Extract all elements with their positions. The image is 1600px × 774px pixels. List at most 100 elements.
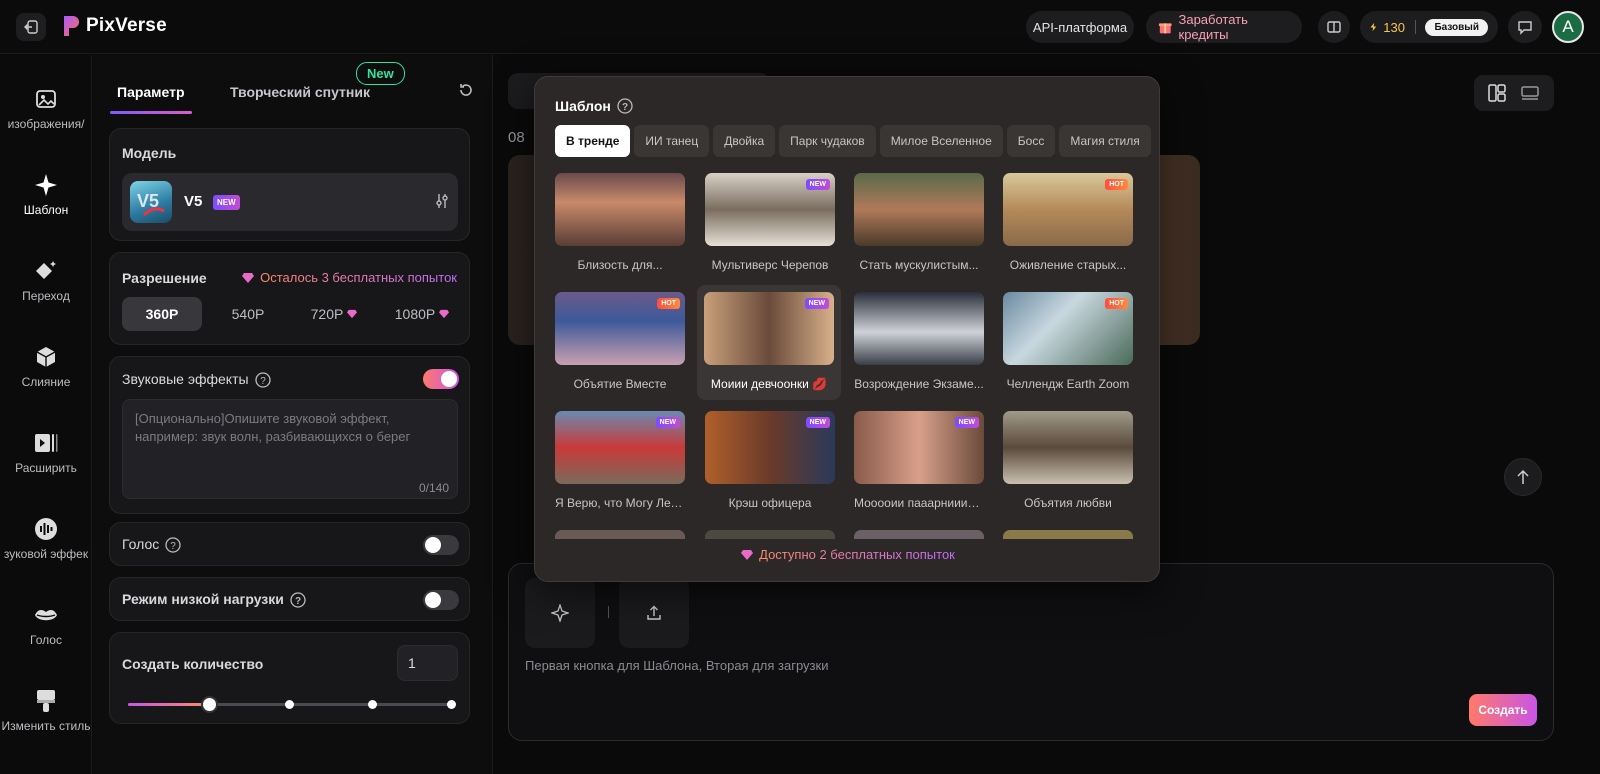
upload-button[interactable] bbox=[619, 578, 689, 648]
template-tile[interactable] bbox=[854, 530, 984, 539]
divider bbox=[1414, 20, 1416, 34]
help-icon[interactable]: ? bbox=[617, 98, 633, 114]
category-style-magic[interactable]: Магия стиля bbox=[1059, 125, 1151, 157]
low-load-card: Режим низкой нагрузки? bbox=[109, 577, 470, 621]
category-trending[interactable]: В тренде bbox=[555, 125, 631, 157]
nav-item-fusion[interactable]: Слияние bbox=[0, 345, 91, 389]
category-weird-park[interactable]: Парк чудаков bbox=[779, 125, 876, 157]
resolution-option-1080p[interactable]: 1080P bbox=[382, 297, 462, 331]
resolution-option-540p[interactable]: 540P bbox=[208, 297, 288, 331]
tab-parameters[interactable]: Параметр bbox=[117, 84, 185, 100]
template-tile[interactable]: Объятия любви bbox=[1003, 411, 1133, 511]
svg-text:?: ? bbox=[260, 376, 266, 387]
quantity-value: 1 bbox=[408, 655, 416, 671]
template-label: Возрождение Экзаме... bbox=[854, 377, 984, 391]
slider-step[interactable] bbox=[447, 700, 456, 709]
sound-wave-icon bbox=[35, 518, 57, 540]
template-tile[interactable]: HOT Объятие Вместе bbox=[555, 292, 685, 392]
nav-label: Расширить bbox=[15, 461, 77, 475]
sparkle-icon bbox=[35, 174, 57, 196]
create-button[interactable]: Создать bbox=[1469, 694, 1537, 726]
grid-view-button[interactable] bbox=[1487, 83, 1507, 103]
nav-item-restyle[interactable]: Изменить стиль bbox=[0, 689, 91, 733]
template-button[interactable] bbox=[525, 578, 595, 648]
transition-icon bbox=[36, 261, 56, 279]
settings-sliders-icon[interactable] bbox=[434, 193, 450, 209]
resolution-option-360p[interactable]: 360P bbox=[122, 297, 202, 331]
template-tile[interactable]: NEW Крэш офицера bbox=[705, 411, 835, 511]
logo[interactable]: PixVerse bbox=[62, 14, 167, 38]
template-tile[interactable] bbox=[555, 530, 685, 539]
slider-step[interactable] bbox=[368, 700, 377, 709]
slider-step[interactable] bbox=[285, 700, 294, 709]
feedback-button[interactable] bbox=[1508, 11, 1542, 43]
template-badge: NEW bbox=[805, 417, 830, 428]
list-view-icon bbox=[1521, 86, 1539, 100]
upload-icon bbox=[647, 605, 661, 620]
api-platform-label: API-платформа bbox=[1032, 19, 1128, 35]
help-icon[interactable]: ? bbox=[165, 537, 181, 553]
energy-plan-pill[interactable]: 130 Базовый bbox=[1360, 11, 1498, 43]
list-view-button[interactable] bbox=[1520, 83, 1540, 103]
template-tile[interactable]: Стать мускулистым... bbox=[854, 173, 984, 273]
low-load-toggle[interactable] bbox=[423, 590, 459, 610]
brush-icon bbox=[37, 690, 55, 712]
popover-footer: Доступно 2 бесплатных попыток bbox=[535, 547, 1159, 562]
quantity-slider[interactable] bbox=[128, 696, 456, 713]
earn-credits-button[interactable]: Заработать кредиты bbox=[1146, 11, 1302, 43]
tab-creative-companion[interactable]: Творческий спутник bbox=[230, 84, 370, 100]
nav-item-voice[interactable]: Голос bbox=[0, 603, 91, 647]
help-icon[interactable]: ? bbox=[254, 372, 271, 388]
category-duo[interactable]: Двойка bbox=[713, 125, 776, 157]
template-tile[interactable]: NEW Мультиверс Черепов bbox=[705, 173, 835, 273]
category-ai-dance[interactable]: ИИ танец bbox=[634, 125, 710, 157]
nav-item-sound-effect[interactable]: зуковой эффек bbox=[0, 517, 91, 561]
template-tile[interactable]: NEW Мооооии пааарнииии... bbox=[854, 411, 984, 511]
template-thumbnail bbox=[705, 530, 835, 539]
template-tile[interactable]: NEW Я Верю, что Могу Летать bbox=[555, 411, 685, 511]
template-tile[interactable] bbox=[1003, 530, 1133, 539]
template-tile[interactable]: HOT Оживление старых... bbox=[1003, 173, 1133, 273]
quantity-input[interactable]: 1 bbox=[397, 645, 458, 681]
template-label: Моиии девчоонки 💋 bbox=[710, 377, 828, 391]
docs-button[interactable] bbox=[1318, 11, 1350, 43]
cube-icon bbox=[36, 347, 56, 367]
template-tile[interactable]: HOT Челлендж Earth Zoom bbox=[1003, 292, 1133, 392]
template-label: Челлендж Earth Zoom bbox=[1006, 377, 1130, 391]
avatar[interactable]: A bbox=[1552, 11, 1584, 43]
voice-toggle[interactable] bbox=[423, 535, 459, 555]
template-badge: HOT bbox=[657, 298, 680, 309]
template-tile[interactable] bbox=[705, 530, 835, 539]
template-badge: NEW bbox=[804, 298, 829, 309]
sound-effect-prompt[interactable]: [Опционально]Опишите звуковой эффект, на… bbox=[122, 399, 458, 499]
lips-icon bbox=[35, 610, 57, 621]
model-card: Модель V5 V5 NEW bbox=[109, 128, 470, 241]
category-boss[interactable]: Босс bbox=[1006, 125, 1056, 157]
resolution-label: 360P bbox=[145, 306, 179, 322]
scroll-to-top-button[interactable] bbox=[1504, 458, 1542, 496]
plan-badge: Базовый bbox=[1425, 18, 1488, 36]
nav-item-extend[interactable]: Расширить bbox=[0, 431, 91, 475]
template-tile[interactable]: NEW Моиии девчоонки 💋 bbox=[697, 285, 841, 400]
category-cute-universe[interactable]: Милое Вселенное bbox=[879, 125, 1003, 157]
left-nav: изображения/ Шаблон Переход Слияние Расш… bbox=[0, 55, 92, 774]
nav-item-image[interactable]: изображения/ bbox=[0, 87, 91, 131]
template-badge: NEW bbox=[954, 417, 979, 428]
sound-effects-card: Звуковые эффекты? [Опционально]Опишите з… bbox=[109, 356, 470, 514]
resolution-option-720p[interactable]: 720P bbox=[294, 297, 374, 331]
template-badge: NEW bbox=[805, 179, 830, 190]
nav-item-template[interactable]: Шаблон bbox=[0, 173, 91, 217]
help-icon[interactable]: ? bbox=[290, 592, 306, 608]
exit-button[interactable] bbox=[16, 13, 46, 41]
reset-icon[interactable] bbox=[458, 82, 474, 98]
sound-effects-toggle[interactable] bbox=[423, 369, 459, 389]
template-label: Я Верю, что Могу Летать bbox=[555, 496, 685, 510]
template-tile[interactable]: Близость для... bbox=[555, 173, 685, 273]
template-tile[interactable]: Возрождение Экзаме... bbox=[854, 292, 984, 392]
nav-item-transition[interactable]: Переход bbox=[0, 259, 91, 303]
sound-effects-label: Звуковые эффекты bbox=[122, 371, 249, 387]
slider-thumb[interactable] bbox=[201, 696, 218, 713]
model-selector[interactable]: V5 V5 NEW bbox=[122, 173, 458, 231]
template-thumbnail: NEW bbox=[705, 411, 835, 484]
api-platform-button[interactable]: API-платформа bbox=[1026, 11, 1134, 43]
